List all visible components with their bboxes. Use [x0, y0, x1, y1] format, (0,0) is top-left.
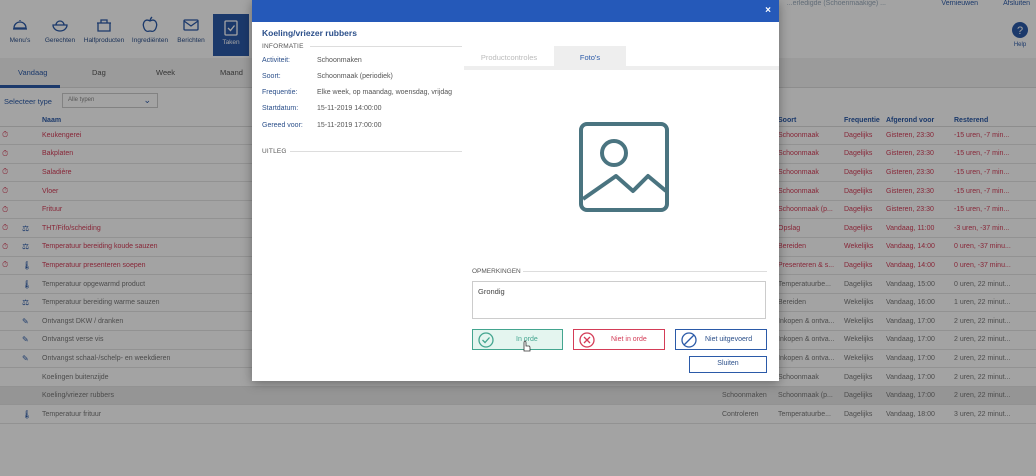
- right-tabs: Productcontroles Foto's: [464, 46, 779, 70]
- field-gereed: Gereed voor: 15-11-2019 17:00:00: [262, 122, 381, 129]
- hand-cursor-icon: [523, 340, 531, 352]
- field-gereed-value: 15-11-2019 17:00:00: [317, 122, 382, 129]
- opmerkingen-field[interactable]: Grondig: [472, 281, 766, 319]
- sluiten-button[interactable]: Sluiten: [689, 356, 767, 373]
- field-activiteit-key: Activiteit:: [262, 57, 291, 64]
- field-startdatum: Startdatum: 15-11-2019 14:00:00: [262, 105, 381, 112]
- opmerkingen-label: OPMERKINGEN: [472, 268, 521, 275]
- field-activiteit-value: Schoonmaken: [317, 57, 362, 64]
- field-soort-value: Schoonmaak (periodiek): [317, 73, 393, 80]
- divider: [310, 46, 462, 47]
- field-activiteit: Activiteit: Schoonmaken: [262, 57, 362, 64]
- task-dialog: × Koeling/vriezer rubbers INFORMATIE Act…: [252, 0, 779, 381]
- field-soort: Soort: Schoonmaak (periodiek): [262, 73, 393, 80]
- field-gereed-key: Gereed voor:: [262, 122, 303, 129]
- app-root: Menu's Gerechten Halfproducten Ingrediën…: [0, 0, 1036, 476]
- close-icon[interactable]: ×: [765, 5, 771, 16]
- field-frequentie-value: Elke week, op maandag, woensdag, vrijdag: [317, 89, 453, 96]
- field-startdatum-value: 15-11-2019 14:00:00: [317, 105, 382, 112]
- field-frequentie: Frequentie: Elke week, op maandag, woensd…: [262, 89, 452, 96]
- tab-productcontroles[interactable]: Productcontroles: [464, 46, 554, 68]
- tab-fotos[interactable]: Foto's: [554, 46, 626, 68]
- niet-in-orde-label: Niet in orde: [611, 336, 647, 343]
- dialog-header: ×: [252, 0, 779, 22]
- check-circle-icon: [478, 332, 494, 348]
- field-startdatum-key: Startdatum:: [262, 105, 299, 112]
- divider: [290, 151, 462, 152]
- x-circle-icon: [579, 332, 595, 348]
- divider: [523, 271, 767, 272]
- section-uitleg: UITLEG: [262, 148, 287, 155]
- ban-icon: [681, 332, 697, 348]
- dialog-title: Koeling/vriezer rubbers: [262, 28, 357, 38]
- niet-uitgevoerd-label: Niet uitgevoerd: [705, 336, 753, 343]
- field-soort-key: Soort:: [262, 73, 281, 80]
- niet-uitgevoerd-button[interactable]: Niet uitgevoerd: [675, 329, 767, 350]
- field-frequentie-key: Frequentie:: [262, 89, 298, 96]
- section-informatie: INFORMATIE: [262, 43, 304, 50]
- image-placeholder-icon: [579, 122, 669, 212]
- niet-in-orde-button[interactable]: Niet in orde: [573, 329, 665, 350]
- in-orde-button[interactable]: In orde: [472, 329, 563, 352]
